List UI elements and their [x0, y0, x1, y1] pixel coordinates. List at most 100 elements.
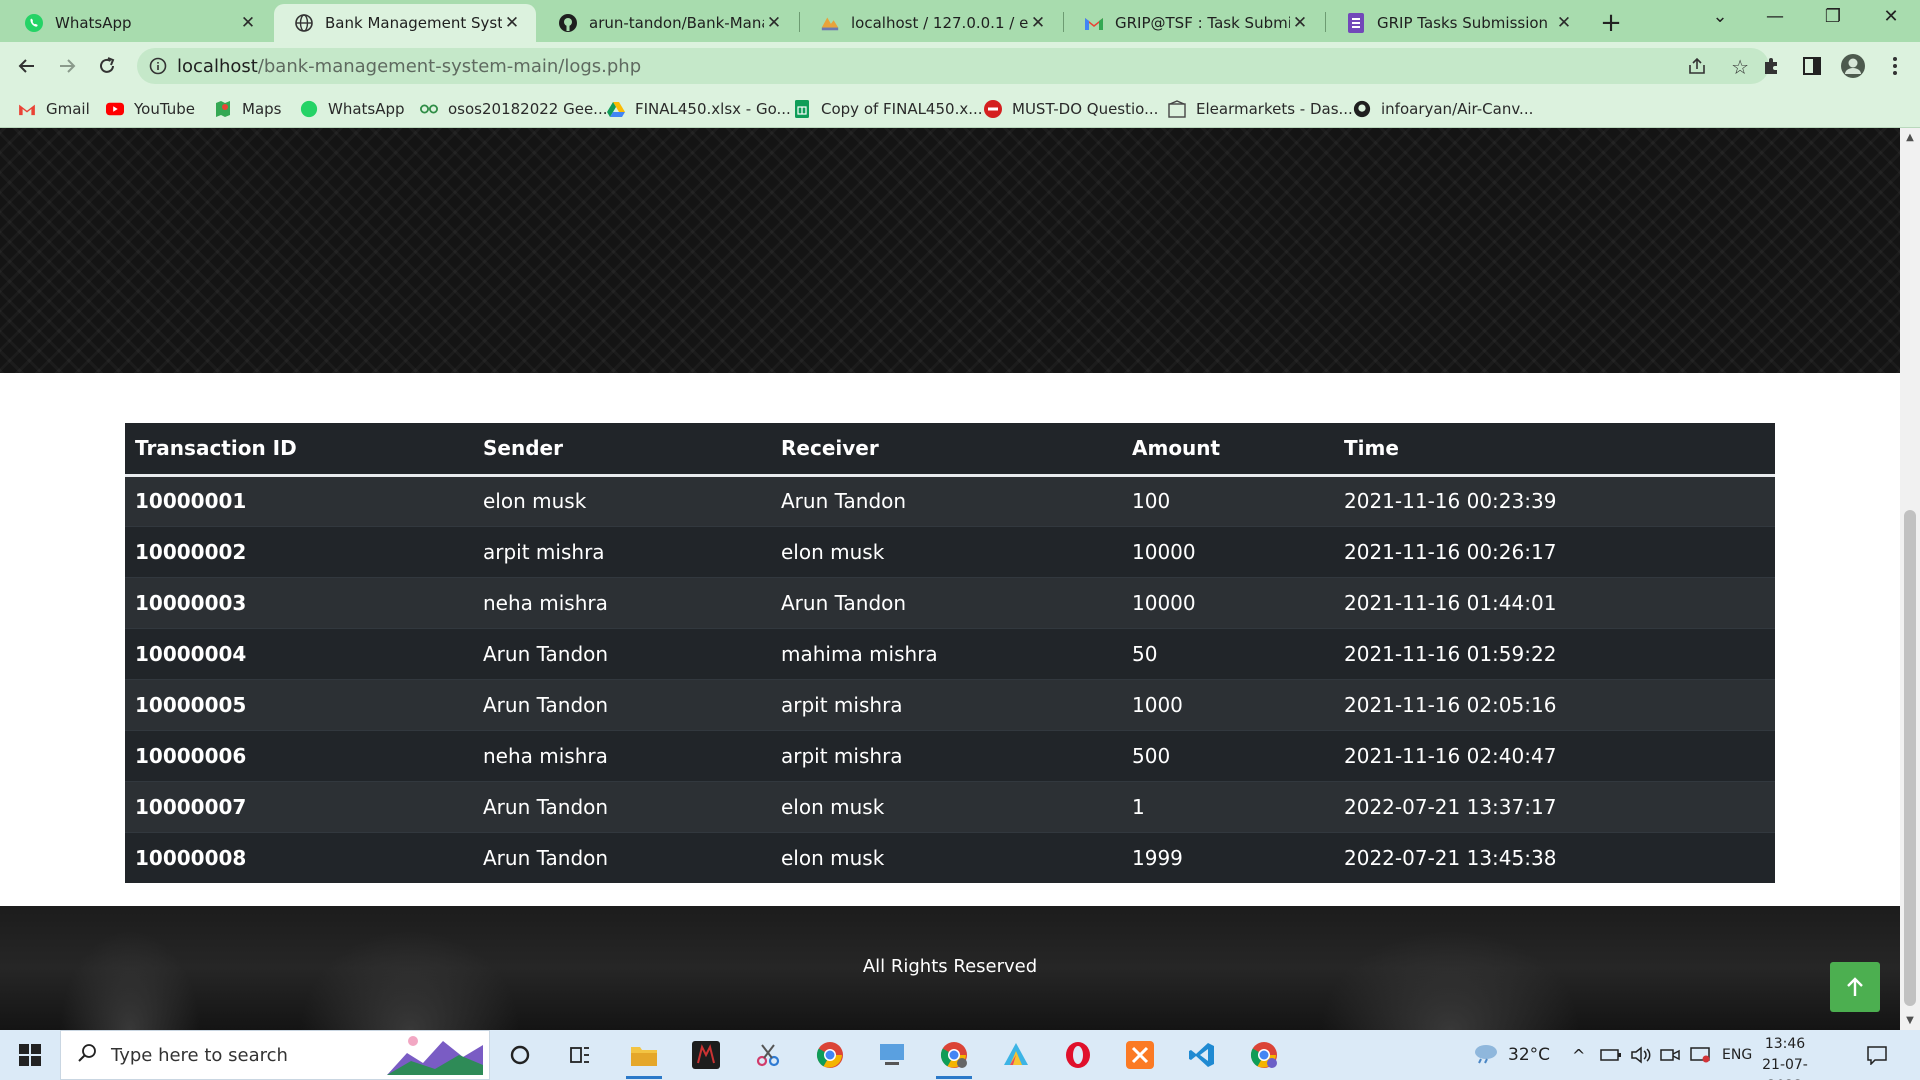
close-icon[interactable]: ✕ — [238, 13, 258, 33]
tuf-icon — [984, 100, 1002, 118]
transaction-id-cell: 10000004 — [125, 627, 473, 679]
hero-banner — [0, 128, 1900, 373]
back-button[interactable] — [12, 51, 42, 81]
column-header-transaction-id: Transaction ID — [125, 423, 473, 477]
tab-search-icon[interactable]: ⌄ — [1705, 6, 1735, 27]
new-tab-button[interactable]: + — [1599, 8, 1623, 38]
info-icon[interactable] — [149, 57, 167, 79]
bookmark-label: infoaryan/Air-Canv... — [1381, 100, 1534, 118]
bookmark-label: MUST-DO Questio... — [1012, 100, 1159, 118]
address-bar[interactable]: localhost/bank-management-system-main/lo… — [137, 48, 1769, 84]
weather-widget[interactable]: 32°C — [1472, 1030, 1550, 1080]
notification-center-icon[interactable] — [1866, 1030, 1888, 1080]
forward-button[interactable] — [52, 51, 82, 81]
scroll-down-arrow[interactable]: ▼ — [1900, 1015, 1920, 1026]
bookmark-gmail[interactable]: Gmail — [18, 98, 90, 120]
amount-cell: 1 — [1122, 780, 1334, 832]
reload-button[interactable] — [92, 51, 122, 81]
url-path: /bank-management-system-main/logs.php — [257, 56, 642, 77]
file-explorer-icon[interactable] — [618, 1035, 670, 1079]
start-button[interactable] — [0, 1030, 60, 1080]
bookmark-label: Copy of FINAL450.x... — [821, 100, 983, 118]
globe-icon — [294, 13, 314, 33]
close-icon[interactable]: ✕ — [764, 13, 784, 33]
youtube-icon — [106, 100, 124, 118]
vscode-icon[interactable] — [1176, 1035, 1228, 1075]
time-cell: 2021-11-16 01:59:22 — [1334, 627, 1775, 679]
chrome-secondary-icon[interactable] — [1238, 1035, 1290, 1075]
window-close-button[interactable]: ✕ — [1876, 6, 1906, 27]
sender-cell: Arun Tandon — [473, 780, 771, 832]
system-clock[interactable]: 13:46 21-07-2022 — [1745, 1034, 1825, 1080]
reload-icon — [100, 57, 115, 73]
bookmark-geeksforgeeks[interactable]: osos20182022 Gee... — [420, 98, 608, 120]
forms-icon — [1346, 13, 1366, 33]
bookmark-github-air-canvas[interactable]: infoaryan/Air-Canv... — [1353, 98, 1533, 120]
task-view-icon[interactable] — [554, 1035, 606, 1075]
site-footer: All Rights Reserved — [0, 906, 1900, 1030]
phpmyadmin-icon — [820, 13, 840, 33]
bookmark-must-do[interactable]: MUST-DO Questio... — [984, 98, 1158, 120]
tab-bank-management[interactable]: Bank Management System ✕ — [274, 4, 536, 42]
profile-avatar[interactable] — [1838, 51, 1868, 81]
whatsapp-icon — [300, 100, 318, 118]
chrome-icon[interactable] — [804, 1035, 856, 1075]
game-app-icon[interactable] — [680, 1035, 732, 1075]
google-drive-icon — [607, 100, 625, 118]
google-sheets-icon — [793, 100, 811, 118]
table-row: 10000004 Arun Tandon mahima mishra 50 20… — [125, 627, 1775, 679]
close-icon[interactable]: ✕ — [1028, 13, 1048, 33]
url-text[interactable]: localhost/bank-management-system-main/lo… — [177, 56, 641, 77]
tab-gmail-grip[interactable]: GRIP@TSF : Task Submissio ✕ — [1064, 4, 1324, 42]
footer-plant-decoration — [1320, 930, 1580, 1030]
bookmark-youtube[interactable]: YouTube — [106, 98, 195, 120]
chrome-profile-icon[interactable] — [928, 1035, 980, 1079]
minimize-button[interactable]: — — [1760, 6, 1790, 27]
volume-icon[interactable] — [1630, 1030, 1652, 1080]
scroll-up-arrow[interactable]: ▲ — [1900, 132, 1920, 143]
taskbar-search-box[interactable]: Type here to search — [60, 1030, 490, 1080]
bookmark-label: WhatsApp — [328, 100, 405, 118]
browser-menu-icon[interactable] — [1880, 51, 1910, 81]
remote-desktop-icon[interactable] — [866, 1035, 918, 1075]
tab-whatsapp[interactable]: WhatsApp ✕ — [4, 4, 272, 42]
tab-grip-forms[interactable]: GRIP Tasks Submission ✕ — [1326, 4, 1588, 42]
close-icon[interactable]: ✕ — [502, 13, 522, 33]
sender-cell: elon musk — [473, 474, 771, 526]
page-scrollbar[interactable]: ▲ ▼ — [1900, 128, 1920, 1030]
cortana-icon[interactable] — [494, 1035, 546, 1075]
footer-copyright: All Rights Reserved — [862, 956, 1038, 977]
back-to-top-button[interactable] — [1830, 962, 1880, 1012]
bookmark-whatsapp[interactable]: WhatsApp — [300, 98, 405, 120]
maximize-button[interactable]: ❐ — [1818, 6, 1848, 27]
github-icon — [558, 13, 578, 33]
close-icon[interactable]: ✕ — [1290, 13, 1310, 33]
network-icon[interactable] — [1690, 1030, 1710, 1080]
bookmark-elearnmarkets[interactable]: Elearmarkets - Das... — [1168, 98, 1353, 120]
tab-github-repo[interactable]: arun-tandon/Bank-Manage ✕ — [538, 4, 798, 42]
scrollbar-thumb[interactable] — [1904, 510, 1916, 1006]
bookmark-star-icon[interactable]: ☆ — [1731, 55, 1749, 79]
transaction-id-cell: 10000001 — [125, 474, 473, 526]
xampp-icon[interactable] — [1114, 1035, 1166, 1075]
bookmark-maps[interactable]: Maps — [214, 98, 281, 120]
share-icon[interactable] — [1687, 56, 1707, 80]
column-header-sender: Sender — [473, 423, 771, 477]
snipping-tool-icon[interactable] — [742, 1035, 794, 1075]
sender-cell: Arun Tandon — [473, 627, 771, 679]
table-row: 10000006 neha mishra arpit mishra 500 20… — [125, 729, 1775, 781]
side-panel-icon[interactable] — [1797, 51, 1827, 81]
bookmark-sheets[interactable]: Copy of FINAL450.x... — [793, 98, 983, 120]
tab-phpmyadmin[interactable]: localhost / 127.0.0.1 / epiz_ ✕ — [800, 4, 1062, 42]
battery-icon[interactable] — [1600, 1030, 1622, 1080]
bookmark-drive[interactable]: FINAL450.xlsx - Go... — [607, 98, 791, 120]
drawing-app-icon[interactable] — [990, 1035, 1042, 1075]
tray-overflow-icon[interactable]: ^ — [1572, 1030, 1585, 1080]
extensions-icon[interactable] — [1756, 51, 1786, 81]
bookmark-label: Gmail — [46, 100, 90, 118]
opera-icon[interactable] — [1052, 1035, 1104, 1075]
table-row: 10000005 Arun Tandon arpit mishra 1000 2… — [125, 678, 1775, 730]
arrow-right-icon — [60, 59, 76, 73]
close-icon[interactable]: ✕ — [1554, 13, 1574, 33]
meet-now-icon[interactable] — [1660, 1030, 1680, 1080]
